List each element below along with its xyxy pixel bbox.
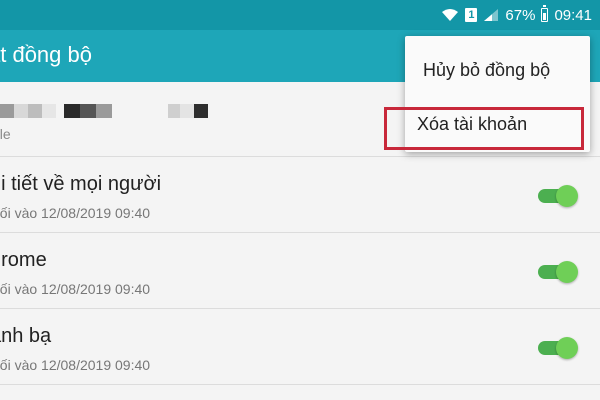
sim-icon: 1 xyxy=(465,8,478,22)
account-type: gle xyxy=(0,126,11,142)
toggle-thumb xyxy=(556,337,578,359)
sync-item-last-synced: uối vào 12/08/2019 09:40 xyxy=(0,205,151,221)
sync-item-last-synced: uối vào 12/08/2019 09:40 xyxy=(0,281,151,297)
sync-item-chrome[interactable]: hrome uối vào 12/08/2019 09:40 xyxy=(0,233,600,309)
sync-item-people-details[interactable]: hi tiết về mọi người uối vào 12/08/2019 … xyxy=(0,157,600,233)
clock: 09:41 xyxy=(554,6,592,24)
toggle-thumb xyxy=(556,185,578,207)
page-title: ất đồng bộ xyxy=(0,42,92,67)
status-icons: 1 67% 09:41 xyxy=(441,0,592,30)
sync-toggle[interactable] xyxy=(538,261,582,283)
sync-item-last-synced: uối vào 12/08/2019 09:40 xyxy=(0,357,151,373)
menu-item-remove-account[interactable]: Xóa tài khoản xyxy=(405,102,590,146)
sync-item-label: anh bạ xyxy=(0,325,52,347)
signal-icon xyxy=(484,9,499,21)
overflow-menu: Hủy bỏ đồng bộ Xóa tài khoản xyxy=(405,36,590,152)
wifi-icon xyxy=(442,9,459,21)
menu-item-cancel-sync[interactable]: Hủy bỏ đồng bộ xyxy=(405,48,590,92)
sync-item-label: hi tiết về mọi người xyxy=(0,173,162,195)
sync-item-contacts[interactable]: anh bạ uối vào 12/08/2019 09:40 xyxy=(0,309,600,385)
status-bar: 1 67% 09:41 xyxy=(0,0,600,30)
sync-toggle[interactable] xyxy=(538,185,582,207)
toggle-thumb xyxy=(556,261,578,283)
battery-icon xyxy=(541,5,549,22)
battery-percent: 67% xyxy=(505,6,536,24)
sync-toggle[interactable] xyxy=(538,337,582,359)
sync-item-label: hrome xyxy=(0,249,47,271)
